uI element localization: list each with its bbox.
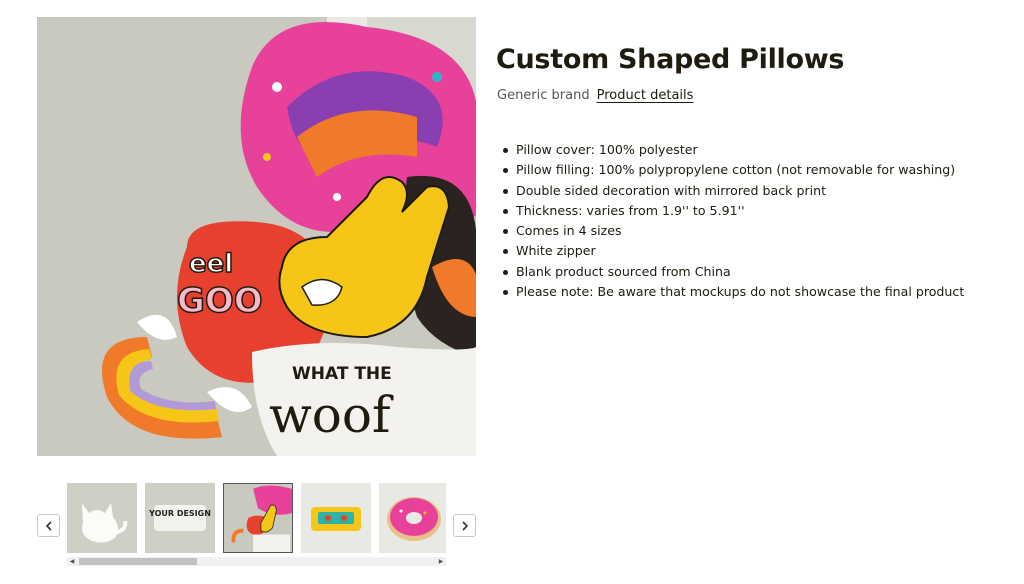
scroll-left-icon[interactable]: ◀ [68,558,76,565]
feature-item: Double sided decoration with mirrored ba… [500,181,964,201]
feature-item: Blank product sourced from China [500,262,964,282]
feature-item: Please note: Be aware that mockups do no… [500,282,964,302]
hero-text-what-the: WHAT THE [292,364,392,384]
feature-list: Pillow cover: 100% polyester Pillow fill… [500,140,964,302]
thumbnail-your-design-pillow[interactable]: YOUR DESIGN [145,483,215,553]
thumbnail-your-design-text: YOUR DESIGN [148,509,211,518]
feature-item: Comes in 4 sizes [500,221,964,241]
chevron-left-icon [45,520,52,531]
thumbnail-donut-pillow[interactable] [379,483,446,553]
brand-label: Generic brand [497,88,590,103]
product-title: Custom Shaped Pillows [496,44,845,75]
hero-text-woof: woof [269,386,394,444]
gallery-thumbnails: YOUR DESIGN [67,483,446,555]
thumbnail-collage-active[interactable] [223,483,293,553]
product-details-link[interactable]: Product details [597,88,694,103]
thumbnail-cat-pillow[interactable] [67,483,137,553]
thumbnail-scrollbar[interactable]: ◀ ▶ [67,557,446,566]
product-hero-image: eel GOO WHAT THE woof [37,17,476,456]
feature-item: White zipper [500,241,964,261]
hero-text-feel: eel [189,249,233,279]
chevron-right-icon [461,520,468,531]
feature-item: Pillow cover: 100% polyester [500,140,964,160]
hero-text-good: GOO [177,281,263,321]
scrollbar-thumb[interactable] [79,558,197,565]
thumbnail-cassette-pillow[interactable] [301,483,371,553]
feature-item: Thickness: varies from 1.9'' to 5.91'' [500,201,964,221]
gallery-next-button[interactable] [453,514,476,537]
feature-item: Pillow filling: 100% polypropylene cotto… [500,160,964,180]
gallery-prev-button[interactable] [37,514,60,537]
product-meta: Generic brand Product details [497,88,693,103]
scroll-right-icon[interactable]: ▶ [437,558,445,565]
